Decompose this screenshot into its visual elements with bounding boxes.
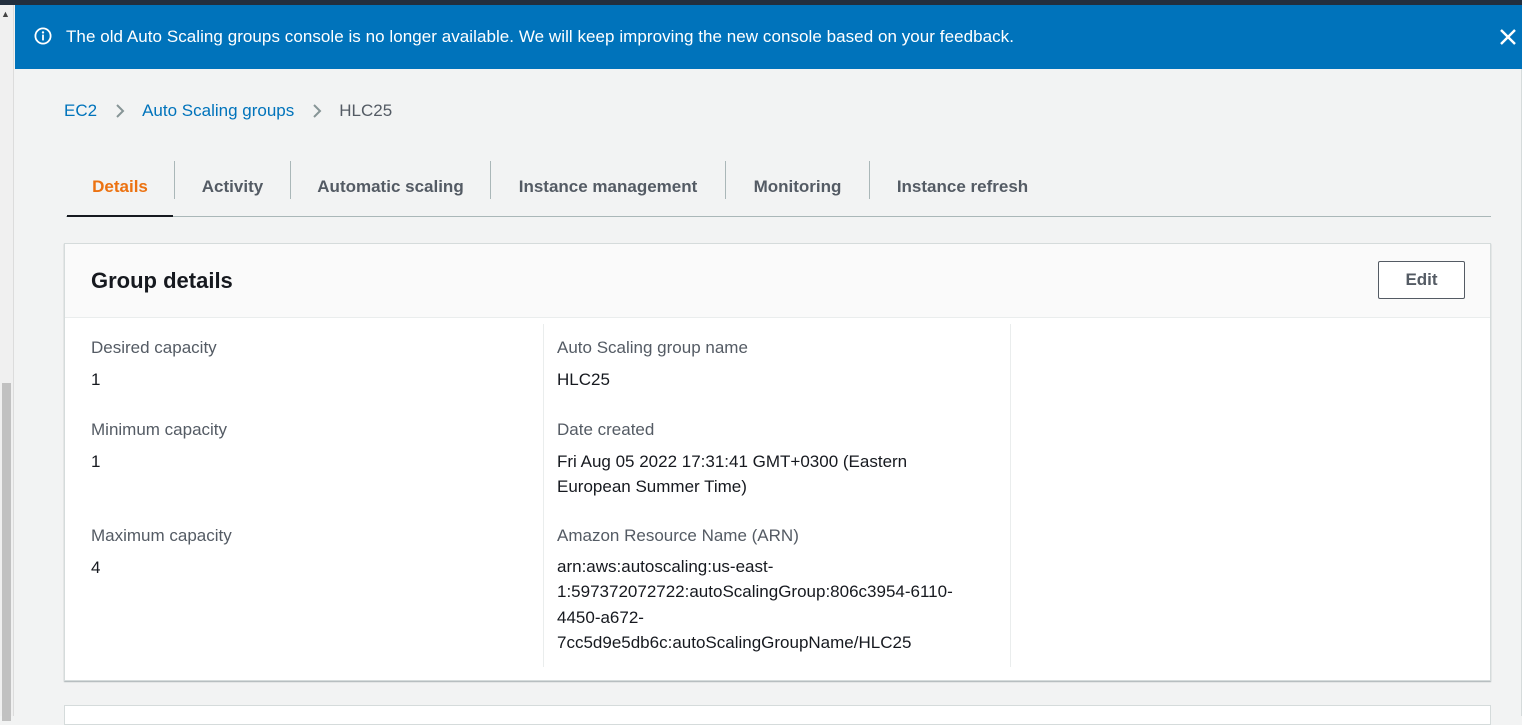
group-name-label: Auto Scaling group name (557, 338, 748, 357)
tab-instance-refresh[interactable]: Instance refresh (870, 158, 1055, 216)
arn-value: arn:aws:autoscaling:us-east- 1:597372072… (557, 554, 997, 655)
breadcrumb-current: HLC25 (339, 101, 393, 120)
next-panel (64, 705, 1491, 725)
tab-activity[interactable]: Activity (175, 158, 290, 216)
column-divider (1010, 324, 1011, 667)
desired-capacity-value: 1 (91, 370, 101, 389)
chevron-right-icon (294, 103, 339, 119)
flash-message: The old Auto Scaling groups console is n… (66, 27, 1014, 46)
tab-details[interactable]: Details (67, 158, 173, 217)
arn-line: 7cc5d9e5db6c:autoScalingGroupName/HLC25 (557, 632, 912, 652)
page-scrollbar[interactable]: ▲ (0, 5, 14, 721)
breadcrumb-ec2-link[interactable]: EC2 (64, 101, 97, 121)
column-divider (543, 324, 544, 667)
group-name-value: HLC25 (557, 370, 610, 389)
flash-notification: The old Auto Scaling groups console is n… (15, 5, 1522, 69)
group-details-panel: Group details Edit Desired capacity 1 Mi… (64, 243, 1491, 681)
close-icon[interactable] (1498, 27, 1518, 47)
tab-bar: Details Activity Automatic scaling Insta… (66, 158, 1491, 217)
tab-monitoring[interactable]: Monitoring (726, 158, 869, 216)
breadcrumb: EC2 Auto Scaling groups HLC25 (64, 99, 392, 123)
desired-capacity-label: Desired capacity (91, 338, 217, 357)
arn-line: 1:597372072722:autoScalingGroup:806c3954… (557, 582, 953, 602)
arn-line: arn:aws:autoscaling:us-east- (557, 557, 774, 576)
date-created-line: European Summer Time) (557, 477, 747, 497)
scroll-up-arrow-icon[interactable]: ▲ (1, 10, 10, 19)
tab-instance-management[interactable]: Instance management (491, 158, 725, 216)
chevron-right-icon (97, 103, 142, 119)
minimum-capacity-value: 1 (91, 452, 101, 471)
arn-line: 4450-a672- (557, 607, 644, 627)
maximum-capacity-label: Maximum capacity (91, 526, 232, 545)
edit-button[interactable]: Edit (1378, 261, 1465, 299)
date-created-line: Fri Aug 05 2022 17:31:41 GMT+0300 (Easte… (557, 452, 908, 471)
arn-label: Amazon Resource Name (ARN) (557, 526, 799, 545)
maximum-capacity-value: 4 (91, 558, 101, 577)
minimum-capacity-label: Minimum capacity (91, 420, 228, 439)
scrollbar-thumb[interactable] (2, 383, 11, 721)
tab-automatic-scaling[interactable]: Automatic scaling (291, 158, 490, 216)
breadcrumb-auto-scaling-groups-link[interactable]: Auto Scaling groups (142, 101, 294, 121)
date-created-value: Fri Aug 05 2022 17:31:41 GMT+0300 (Easte… (557, 449, 997, 500)
date-created-label: Date created (557, 420, 655, 439)
panel-header: Group details Edit (65, 244, 1490, 318)
panel-title: Group details (91, 268, 233, 293)
info-icon (34, 27, 52, 45)
